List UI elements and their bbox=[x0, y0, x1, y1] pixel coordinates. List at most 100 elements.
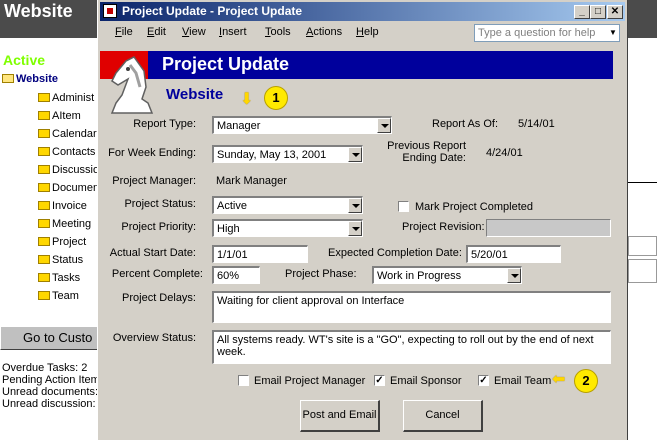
folder-icon bbox=[38, 291, 50, 300]
chevron-down-icon[interactable] bbox=[507, 268, 521, 283]
stat-line: Unread documents: bbox=[2, 386, 98, 398]
project-delays-textarea[interactable]: Waiting for client approval on Interface bbox=[212, 291, 611, 323]
minimize-button[interactable]: _ bbox=[574, 5, 590, 19]
menu-view[interactable]: View bbox=[182, 26, 206, 38]
project-delays-label: Project Delays: bbox=[122, 292, 196, 304]
project-phase-label: Project Phase: bbox=[285, 268, 357, 280]
tree-item[interactable]: Invoice bbox=[38, 200, 87, 212]
menu-bar: File Edit View Insert Tools Actions Help… bbox=[100, 22, 625, 44]
tree-item[interactable]: AItem bbox=[38, 110, 81, 122]
folder-icon bbox=[38, 111, 50, 120]
tree-item[interactable]: Documen bbox=[38, 182, 99, 194]
background-box bbox=[628, 236, 657, 256]
actual-start-label: Actual Start Date: bbox=[109, 247, 196, 259]
menu-actions[interactable]: Actions bbox=[306, 26, 342, 38]
folder-icon bbox=[38, 93, 50, 102]
project-revision-label: Project Revision: bbox=[402, 221, 485, 233]
mark-completed-checkbox[interactable] bbox=[398, 201, 409, 212]
email-team-label: Email Team bbox=[494, 375, 552, 387]
project-manager-value: Mark Manager bbox=[216, 175, 287, 187]
callout-2: 2 bbox=[574, 369, 598, 393]
menu-edit[interactable]: Edit bbox=[147, 26, 166, 38]
stat-line: Pending Action Item bbox=[2, 374, 100, 386]
tree-item[interactable]: Status bbox=[38, 254, 83, 266]
email-sponsor-label: Email Sponsor bbox=[390, 375, 462, 387]
project-revision-field[interactable] bbox=[486, 219, 611, 237]
report-type-select[interactable]: Manager bbox=[212, 116, 392, 134]
background-divider bbox=[625, 182, 657, 183]
percent-complete-label: Percent Complete: bbox=[111, 268, 203, 280]
website-title: Website bbox=[166, 86, 224, 103]
open-folder-icon bbox=[2, 74, 14, 83]
folder-icon bbox=[38, 183, 50, 192]
folder-icon bbox=[38, 147, 50, 156]
chevron-down-icon[interactable] bbox=[377, 118, 391, 133]
tree-item[interactable]: Project bbox=[38, 236, 86, 248]
goto-button[interactable]: Go to Custo bbox=[0, 326, 98, 350]
stats-panel: Overdue Tasks: 2 Pending Action Item Unr… bbox=[2, 362, 100, 410]
folder-icon bbox=[38, 273, 50, 282]
callout-1: 1 bbox=[264, 86, 288, 110]
stat-line: Unread discussion: bbox=[2, 398, 96, 410]
overview-status-label: Overview Status: bbox=[112, 332, 196, 344]
email-pm-label: Email Project Manager bbox=[254, 375, 366, 387]
project-status-select[interactable]: Active bbox=[212, 196, 363, 214]
tree-root-website[interactable]: Website bbox=[2, 73, 58, 85]
close-button[interactable]: ✕ bbox=[607, 5, 623, 19]
menu-insert[interactable]: Insert bbox=[219, 26, 247, 38]
previous-report-label: Previous Report Ending Date: bbox=[387, 140, 466, 164]
cancel-button[interactable]: Cancel bbox=[403, 400, 483, 432]
project-manager-label: Project Manager: bbox=[112, 175, 196, 187]
stat-line: Overdue Tasks: 2 bbox=[2, 362, 88, 374]
background-title: Website bbox=[4, 1, 73, 21]
folder-icon bbox=[38, 255, 50, 264]
chevron-down-icon[interactable] bbox=[348, 198, 362, 213]
background-box bbox=[628, 259, 657, 283]
tree-item[interactable]: Calendar bbox=[38, 128, 97, 140]
help-question-input[interactable]: Type a question for help ▼ bbox=[474, 24, 620, 42]
mark-completed-label: Mark Project Completed bbox=[415, 201, 533, 213]
maximize-button[interactable]: □ bbox=[590, 5, 606, 19]
form-body: Project Update Website ⬇ 1 Report Type: … bbox=[100, 46, 625, 438]
actual-start-input[interactable]: 1/1/01 bbox=[212, 245, 308, 263]
tree-item[interactable]: Tasks bbox=[38, 272, 80, 284]
tree-item[interactable]: Team bbox=[38, 290, 79, 302]
form-icon bbox=[103, 4, 117, 18]
menu-tools[interactable]: Tools bbox=[265, 26, 291, 38]
folder-icon bbox=[38, 219, 50, 228]
chevron-down-icon[interactable]: ▼ bbox=[607, 25, 619, 41]
title-bar[interactable]: Project Update - Project Update _ □ ✕ bbox=[100, 2, 625, 21]
percent-complete-input[interactable]: 60% bbox=[212, 266, 260, 284]
project-phase-select[interactable]: Work in Progress bbox=[372, 266, 522, 284]
menu-help[interactable]: Help bbox=[356, 26, 379, 38]
menu-file[interactable]: File bbox=[115, 26, 133, 38]
tree-item[interactable]: Administ bbox=[38, 92, 94, 104]
tree-item[interactable]: Contacts bbox=[38, 146, 95, 158]
previous-report-value: 4/24/01 bbox=[486, 147, 523, 159]
banner: Project Update bbox=[148, 51, 613, 79]
email-sponsor-checkbox[interactable]: ✓ bbox=[374, 375, 385, 386]
status-label: Active bbox=[3, 52, 46, 68]
chevron-down-icon[interactable] bbox=[348, 221, 362, 236]
tree-item[interactable]: Discussio bbox=[38, 164, 99, 176]
expected-completion-input[interactable]: 5/20/01 bbox=[466, 245, 561, 263]
email-pm-checkbox[interactable] bbox=[238, 375, 249, 386]
folder-icon bbox=[38, 201, 50, 210]
folder-icon bbox=[38, 237, 50, 246]
tree-item[interactable]: Meeting bbox=[38, 218, 91, 230]
post-and-email-button[interactable]: Post and Email bbox=[300, 400, 380, 432]
project-priority-select[interactable]: High bbox=[212, 219, 363, 237]
report-as-of-label: Report As Of: bbox=[432, 118, 499, 130]
chevron-down-icon[interactable] bbox=[348, 147, 362, 162]
folder-icon bbox=[38, 165, 50, 174]
arrow-left-icon: ⬅ bbox=[552, 371, 566, 388]
project-status-label: Project Status: bbox=[124, 198, 196, 210]
email-team-checkbox[interactable]: ✓ bbox=[478, 375, 489, 386]
week-ending-label: For Week Ending: bbox=[108, 147, 196, 159]
project-update-window: Project Update - Project Update _ □ ✕ Fi… bbox=[97, 0, 628, 440]
folder-icon bbox=[38, 129, 50, 138]
banner-title: Project Update bbox=[162, 54, 290, 74]
week-ending-select[interactable]: Sunday, May 13, 2001 bbox=[212, 145, 363, 163]
arrow-down-icon: ⬇ bbox=[240, 91, 254, 108]
overview-status-textarea[interactable]: All systems ready. WT's site is a "GO", … bbox=[212, 330, 611, 364]
